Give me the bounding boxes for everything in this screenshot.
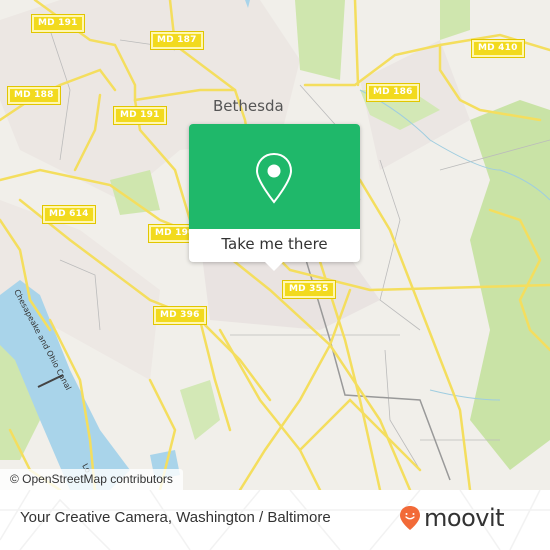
footer-bar: Your Creative Camera, Washington / Balti…	[0, 490, 550, 550]
road-shield-md186: MD 186	[366, 83, 420, 102]
moovit-logo[interactable]: moovit	[399, 504, 505, 532]
moovit-pin-smile-icon	[400, 506, 420, 530]
city-label-bethesda: Bethesda	[213, 97, 284, 115]
place-title: Your Creative Camera, Washington / Balti…	[20, 509, 331, 526]
park-area	[180, 380, 220, 440]
road-shield-md191: MD 191	[113, 106, 167, 125]
park-area	[295, 0, 345, 80]
popup-header	[189, 124, 360, 229]
road-shield-md191: MD 191	[31, 14, 85, 33]
take-me-there-button[interactable]: Take me there	[189, 229, 360, 262]
road-shield-md187: MD 187	[150, 31, 204, 50]
road-shield-md614: MD 614	[42, 205, 96, 224]
road-shield-md396: MD 396	[153, 306, 207, 325]
park-area	[440, 0, 470, 40]
road-shield-md188: MD 188	[7, 86, 61, 105]
moovit-logo-text: moovit	[424, 504, 505, 532]
map-pin-icon	[255, 152, 293, 204]
osm-attribution[interactable]: © OpenStreetMap contributors	[0, 469, 183, 490]
map-view[interactable]: Bethesda MD 191 MD 187 MD 410 MD 188 MD …	[0, 0, 550, 490]
road-shield-md355: MD 355	[282, 280, 336, 299]
road-shield-md410: MD 410	[471, 39, 525, 58]
location-popup: Take me there	[189, 124, 360, 271]
popup-pointer	[265, 262, 283, 271]
